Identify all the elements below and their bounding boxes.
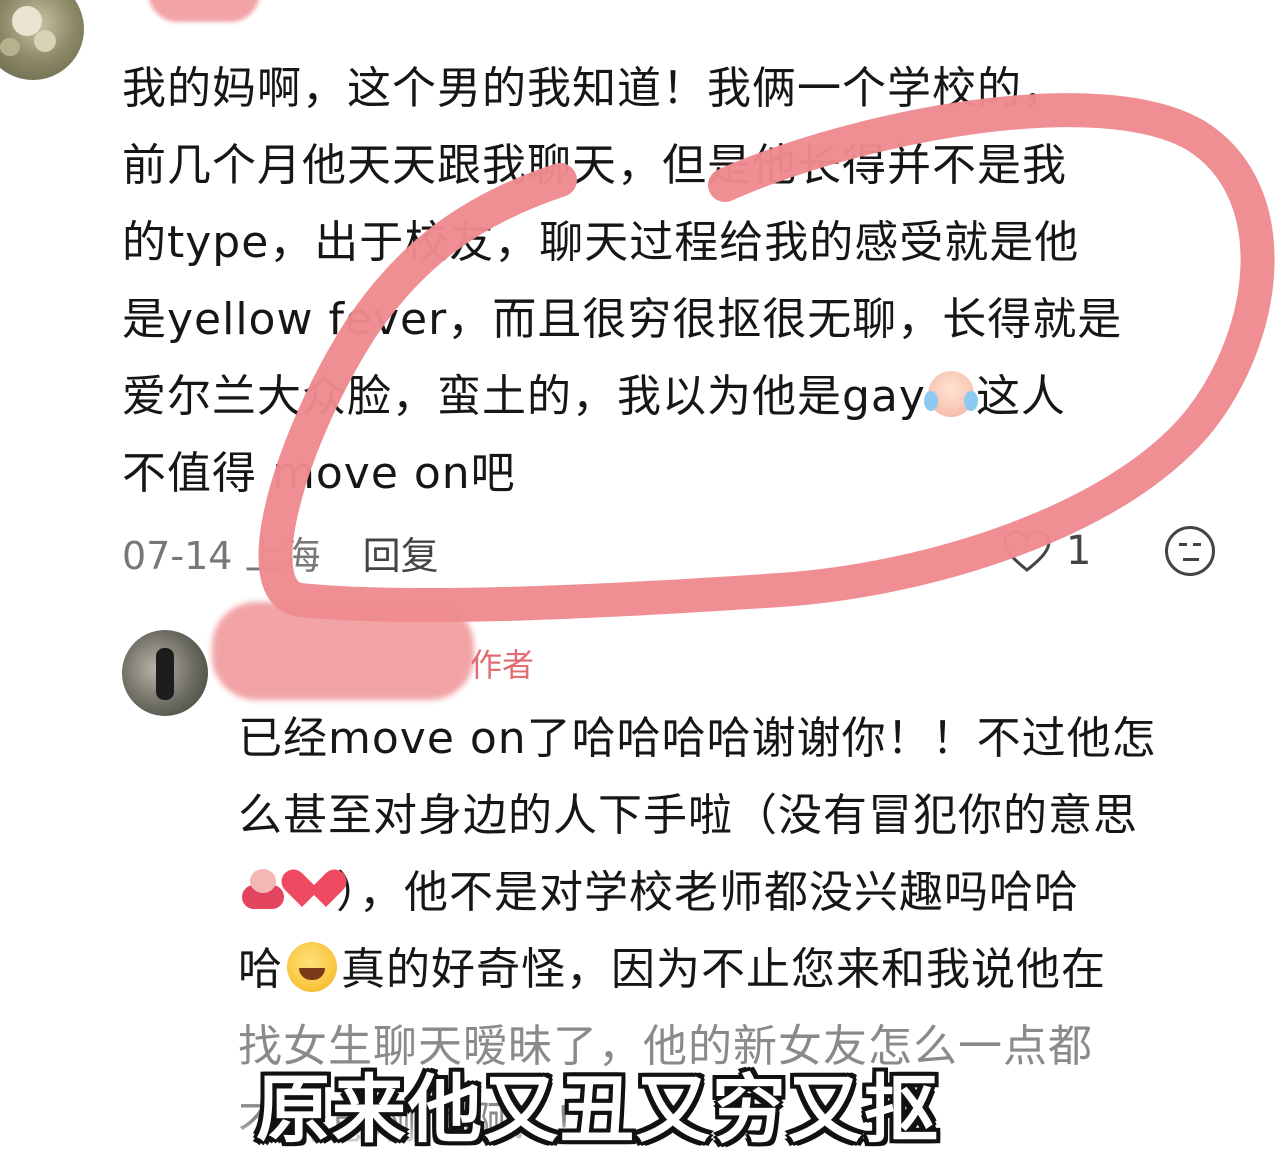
comment-text: 我的妈啊，这个男的我知道！我俩一个学校的， 前几个月他天天跟我聊天，但是他长得并… — [122, 50, 1222, 512]
redacted-username — [148, 0, 260, 22]
reply-line: 已经move on了哈哈哈哈谢谢你！！不过他怎 — [238, 713, 1157, 764]
comment-line-text: move on吧 — [272, 448, 516, 499]
author-avatar[interactable] — [122, 630, 208, 716]
comment-line: 前几个月他天天跟我聊天，但是他长得并不是我 — [122, 140, 1067, 191]
reply-line-text: 真的好奇怪，因为不止您来和我说他在 — [341, 944, 1106, 995]
reply-line-text: 哈 — [238, 944, 283, 995]
crying-laugh-emoji — [923, 371, 978, 417]
comment-line-text: 不值得 — [122, 448, 257, 499]
rofl-emoji — [287, 942, 337, 992]
comment-meta: 07-14 上海 回复 — [122, 525, 439, 579]
comment-line: 是yellow fever，而且很穷很抠很无聊，长得就是 — [122, 294, 1123, 345]
comment-line: 不值得 move on吧 — [122, 435, 1222, 512]
commenter-avatar[interactable] — [0, 0, 84, 80]
comment-location: 上海 — [244, 534, 321, 578]
pig-emoji — [238, 869, 288, 911]
comment-date: 07-14 — [122, 534, 233, 578]
reply-line: 哈 真的好奇怪，因为不止您来和我说他在 — [238, 931, 1238, 1008]
neutral-face-icon[interactable] — [1165, 526, 1215, 576]
like-count: 1 — [1066, 528, 1092, 574]
author-badge: 作者 — [470, 646, 535, 684]
reply-line: 么甚至对身边的人下手啦（没有冒犯你的意思 — [238, 790, 1138, 841]
comment-line: 的type，出于校友，聊天过程给我的感受就是他 — [122, 217, 1080, 268]
heart-emoji — [276, 864, 352, 911]
redacted-username — [212, 602, 474, 700]
reply-line-text: ），他不是对学校老师都没兴趣吗哈哈 — [336, 867, 1079, 918]
video-caption: 原来他又丑又穷又抠 — [256, 1067, 940, 1153]
comment-line-text: 爱尔兰大众脸，蛮土的，我以为他是gay — [122, 371, 926, 422]
reply-line: ），他不是对学校老师都没兴趣吗哈哈 — [238, 854, 1238, 931]
comment-line-text: 这人 — [975, 371, 1066, 422]
reply-button[interactable]: 回复 — [363, 534, 439, 578]
heart-outline-icon[interactable] — [1002, 530, 1052, 574]
comment-line: 爱尔兰大众脸，蛮土的，我以为他是gay 这人 — [122, 358, 1222, 435]
comment-line: 我的妈啊，这个男的我知道！我俩一个学校的， — [122, 63, 1067, 114]
